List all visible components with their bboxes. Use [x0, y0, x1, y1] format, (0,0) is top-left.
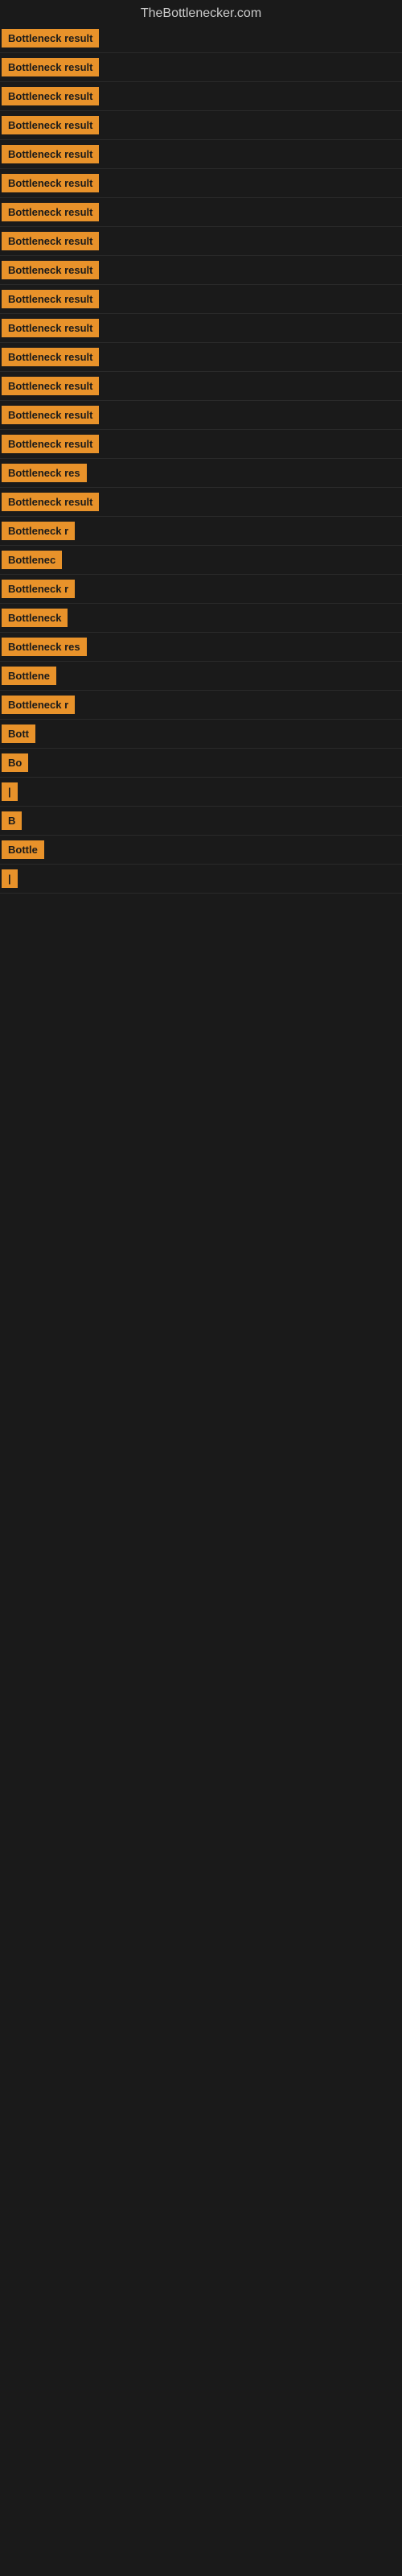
bottleneck-result-label[interactable]: Bottleneck result: [2, 348, 99, 366]
list-item: Bottleneck r: [0, 691, 402, 720]
list-item: Bottleneck result: [0, 111, 402, 140]
list-item: Bottleneck res: [0, 633, 402, 662]
list-item: Bottle: [0, 836, 402, 865]
bottleneck-result-label[interactable]: Bottleneck res: [2, 638, 87, 656]
bottleneck-result-label[interactable]: Bottleneck r: [2, 522, 75, 540]
bottleneck-result-label[interactable]: B: [2, 811, 22, 830]
bottleneck-result-label[interactable]: Bottleneck result: [2, 174, 99, 192]
list-item: Bottleneck result: [0, 401, 402, 430]
bottleneck-result-label[interactable]: Bottleneck: [2, 609, 68, 627]
bottleneck-result-label[interactable]: Bottleneck r: [2, 696, 75, 714]
bottleneck-result-label[interactable]: Bottleneck result: [2, 203, 99, 221]
bottleneck-result-label[interactable]: Bottleneck result: [2, 377, 99, 395]
list-item: Bottleneck result: [0, 314, 402, 343]
list-item: Bottleneck result: [0, 343, 402, 372]
list-item: Bottleneck result: [0, 227, 402, 256]
list-item: Bottleneck result: [0, 140, 402, 169]
list-item: Bottlenec: [0, 546, 402, 575]
bottleneck-result-label[interactable]: Bottlene: [2, 667, 56, 685]
list-item: Bottleneck result: [0, 285, 402, 314]
bottleneck-result-label[interactable]: Bottlenec: [2, 551, 62, 569]
bottleneck-result-label[interactable]: Bott: [2, 724, 35, 743]
list-item: Bottleneck result: [0, 24, 402, 53]
site-title-container: TheBottlenecker.com: [0, 0, 402, 24]
list-item: B: [0, 807, 402, 836]
site-title: TheBottlenecker.com: [0, 0, 402, 24]
list-item: Bottleneck r: [0, 575, 402, 604]
list-item: Bottleneck result: [0, 198, 402, 227]
bottleneck-result-label[interactable]: Bottleneck result: [2, 58, 99, 76]
list-item: |: [0, 865, 402, 894]
list-item: Bottleneck res: [0, 459, 402, 488]
bottleneck-result-label[interactable]: Bottleneck result: [2, 232, 99, 250]
items-list: Bottleneck result Bottleneck result Bottle…: [0, 24, 402, 894]
bottleneck-result-label[interactable]: Bottleneck result: [2, 261, 99, 279]
list-item: Bottleneck result: [0, 53, 402, 82]
bottleneck-result-label[interactable]: Bottleneck result: [2, 290, 99, 308]
bottleneck-result-label[interactable]: Bottleneck result: [2, 493, 99, 511]
list-item: Bottleneck result: [0, 488, 402, 517]
list-item: Bott: [0, 720, 402, 749]
list-item: |: [0, 778, 402, 807]
list-item: Bottleneck r: [0, 517, 402, 546]
bottleneck-result-label[interactable]: |: [2, 782, 18, 801]
list-item: Bottleneck: [0, 604, 402, 633]
bottleneck-result-label[interactable]: Bo: [2, 753, 28, 772]
bottleneck-result-label[interactable]: Bottle: [2, 840, 44, 859]
bottleneck-result-label[interactable]: Bottleneck result: [2, 319, 99, 337]
list-item: Bottleneck result: [0, 82, 402, 111]
list-item: Bottleneck result: [0, 256, 402, 285]
bottleneck-result-label[interactable]: Bottleneck result: [2, 145, 99, 163]
bottleneck-result-label[interactable]: Bottleneck result: [2, 406, 99, 424]
bottleneck-result-label[interactable]: |: [2, 869, 18, 888]
list-item: Bottleneck result: [0, 372, 402, 401]
list-item: Bottleneck result: [0, 430, 402, 459]
bottleneck-result-label[interactable]: Bottleneck result: [2, 116, 99, 134]
list-item: Bo: [0, 749, 402, 778]
bottleneck-result-label[interactable]: Bottleneck r: [2, 580, 75, 598]
bottleneck-result-label[interactable]: Bottleneck result: [2, 435, 99, 453]
bottleneck-result-label[interactable]: Bottleneck result: [2, 29, 99, 47]
bottleneck-result-label[interactable]: Bottleneck result: [2, 87, 99, 105]
list-item: Bottlene: [0, 662, 402, 691]
list-item: Bottleneck result: [0, 169, 402, 198]
bottleneck-result-label[interactable]: Bottleneck res: [2, 464, 87, 482]
